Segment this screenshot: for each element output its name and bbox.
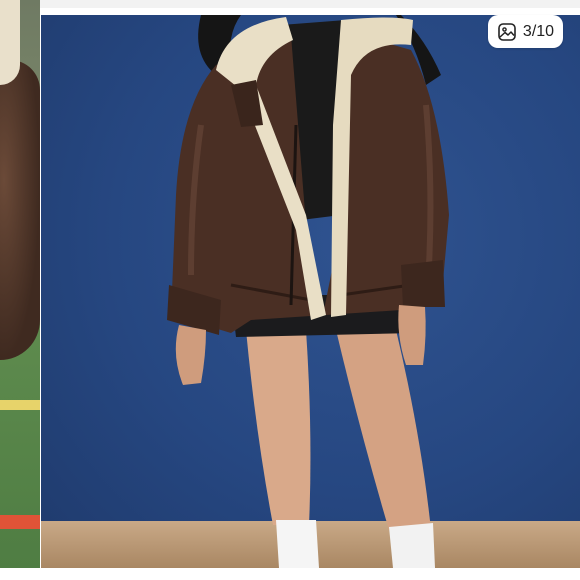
previous-slide-preview[interactable] xyxy=(0,0,40,568)
image-gallery-icon xyxy=(498,22,516,41)
previous-slide-collar xyxy=(0,0,20,85)
image-counter-badge[interactable]: 3/10 xyxy=(488,15,563,48)
field-yellow-line xyxy=(0,400,40,410)
main-product-image[interactable] xyxy=(41,15,580,568)
previous-slide-jacket xyxy=(0,60,40,360)
image-counter-text: 3/10 xyxy=(522,22,555,40)
top-edge-strip xyxy=(0,0,580,8)
field-red-line xyxy=(0,515,40,529)
bottom-edge-strip xyxy=(0,568,580,580)
model-wearing-shearling-jacket xyxy=(167,15,449,568)
